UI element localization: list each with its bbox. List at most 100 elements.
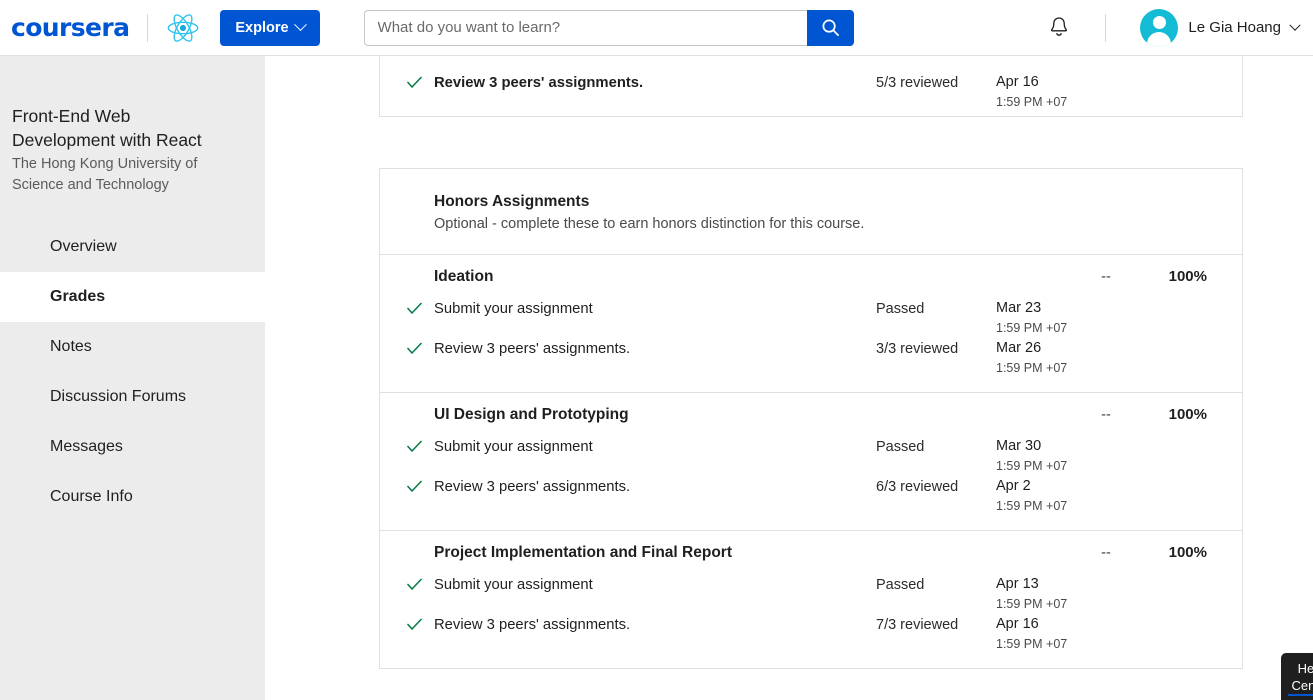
help-center-underline [1288,694,1313,696]
user-menu[interactable]: Le Gia Hoang [1124,8,1313,47]
honors-header: Honors Assignments Optional - complete t… [380,169,1242,255]
row-date-time: 1:59 PM +07 [996,459,1068,473]
row-date-time: 1:59 PM +07 [996,597,1068,611]
help-center-button[interactable]: Help Center [1281,653,1313,700]
row-status: 5/3 reviewed [876,75,959,91]
assignment-group-grade: -- [1101,406,1111,423]
table-row[interactable]: Submit your assignment Passed Mar 23 1:5… [380,298,1242,338]
assignment-group-percent: 100% [1168,268,1207,285]
course-title: Front-End Web Development with React [12,106,202,150]
explore-button-label: Explore [235,19,289,36]
sidebar-item-overview[interactable]: Overview [0,222,265,272]
honors-subtitle: Optional - complete these to earn honors… [434,216,865,232]
notifications-button[interactable] [1031,15,1087,40]
sidebar-item-label: Messages [50,438,123,455]
assignment-group-name: UI Design and Prototyping [434,405,629,423]
sidebar-item-label: Notes [50,338,92,355]
row-date-time: 1:59 PM +07 [996,361,1068,375]
row-date-day: Mar 23 [996,300,1042,316]
row-date-time: 1:59 PM +07 [996,637,1068,651]
avatar [1140,8,1179,47]
help-center-label-line1: Help [1297,661,1313,676]
course-sidebar: Front-End Web Development with React The… [0,56,265,700]
row-status: 3/3 reviewed [876,341,959,357]
row-date-time: 1:59 PM +07 [996,499,1068,513]
row-label: Submit your assignment [434,301,593,317]
sidebar-item-grades[interactable]: Grades [0,272,265,322]
row-due-date: Apr 16 1:59 PM +07 [996,72,1146,112]
assignment-group-percent: 100% [1168,406,1207,423]
search-icon [822,19,839,36]
row-status: 7/3 reviewed [876,617,959,633]
explore-button[interactable]: Explore [220,9,320,46]
assignment-group: Project Implementation and Final Report … [380,531,1242,668]
sidebar-item-label: Discussion Forums [50,388,187,405]
check-icon [407,574,434,596]
row-label: Review 3 peers' assignments. [434,479,631,495]
sidebar-item-messages[interactable]: Messages [0,422,265,472]
check-icon [407,338,434,360]
coursera-logo[interactable]: coursera [11,13,130,42]
assignment-group-name: Ideation [434,267,494,285]
row-date-time: 1:59 PM +07 [996,321,1068,335]
search-button[interactable] [806,9,854,46]
table-row[interactable]: Submit your assignment Passed Mar 30 1:5… [380,436,1242,476]
row-date-day: Apr 2 [996,478,1031,494]
row-label: Review 3 peers' assignments. [434,75,644,91]
sidebar-nav-list: Overview Grades Notes Discussion Forums … [0,222,265,522]
row-due-date: Mar 26 1:59 PM +07 [996,338,1146,378]
grades-main-content: Review 3 peers' assignments. 5/3 reviewe… [265,56,1313,700]
react-atom-icon-svg [167,13,199,42]
sidebar-item-course-info[interactable]: Course Info [0,472,265,522]
table-row[interactable]: Review 3 peers' assignments. 6/3 reviewe… [380,476,1242,516]
assignment-group-grade: -- [1101,544,1111,561]
sidebar-item-notes[interactable]: Notes [0,322,265,372]
row-due-date: Apr 13 1:59 PM +07 [996,574,1146,614]
nav-right-group: Le Gia Hoang [1031,8,1313,47]
search-input[interactable] [363,9,807,46]
bell-icon [1051,17,1068,36]
search-bar [363,9,854,46]
assignment-group: UI Design and Prototyping -- 100% Submit… [380,393,1242,531]
table-row[interactable]: Submit your assignment Passed Apr 13 1:5… [380,574,1242,614]
previous-assignment-card: Review 3 peers' assignments. 5/3 reviewe… [379,56,1243,117]
user-name: Le Gia Hoang [1188,19,1281,36]
check-icon [407,476,434,498]
check-icon [407,436,434,458]
row-status: 6/3 reviewed [876,479,959,495]
row-label: Review 3 peers' assignments. [434,617,631,633]
table-row[interactable]: Review 3 peers' assignments. 5/3 reviewe… [380,56,1242,112]
check-icon [407,614,434,636]
assignment-group-header[interactable]: Ideation -- 100% [380,255,1242,298]
check-icon [407,72,434,94]
react-atom-icon[interactable] [166,11,200,45]
table-row[interactable]: Review 3 peers' assignments. 3/3 reviewe… [380,338,1242,378]
sidebar-item-label: Grades [50,288,106,305]
row-status: Passed [876,439,925,455]
help-center-label-line2: Center [1291,678,1313,693]
row-status: Passed [876,577,925,593]
nav-divider-2 [1105,13,1107,42]
chevron-down-icon [1289,19,1301,31]
row-date-day: Apr 13 [996,576,1039,592]
chevron-down-icon [293,18,307,32]
row-date-day: Mar 30 [996,438,1042,454]
nav-divider [147,13,149,42]
row-due-date: Apr 2 1:59 PM +07 [996,476,1146,516]
row-due-date: Mar 30 1:59 PM +07 [996,436,1146,476]
table-row[interactable]: Review 3 peers' assignments. 7/3 reviewe… [380,614,1242,654]
honors-assignments-card: Honors Assignments Optional - complete t… [379,168,1243,669]
sidebar-item-label: Course Info [50,488,133,505]
row-date-day: Apr 16 [996,74,1039,90]
sidebar-item-discussion-forums[interactable]: Discussion Forums [0,372,265,422]
row-label: Review 3 peers' assignments. [434,341,631,357]
assignment-group-grade: -- [1101,268,1111,285]
top-navigation-bar: coursera Explore What do you want to lea… [0,0,1313,56]
assignment-group-name: Project Implementation and Final Report [434,543,732,561]
row-due-date: Mar 23 1:59 PM +07 [996,298,1146,338]
assignment-group-percent: 100% [1168,544,1207,561]
assignment-group-header[interactable]: Project Implementation and Final Report … [380,531,1242,574]
assignment-group-header[interactable]: UI Design and Prototyping -- 100% [380,393,1242,436]
assignment-group: Ideation -- 100% Submit your assignment … [380,255,1242,393]
row-status: Passed [876,301,925,317]
